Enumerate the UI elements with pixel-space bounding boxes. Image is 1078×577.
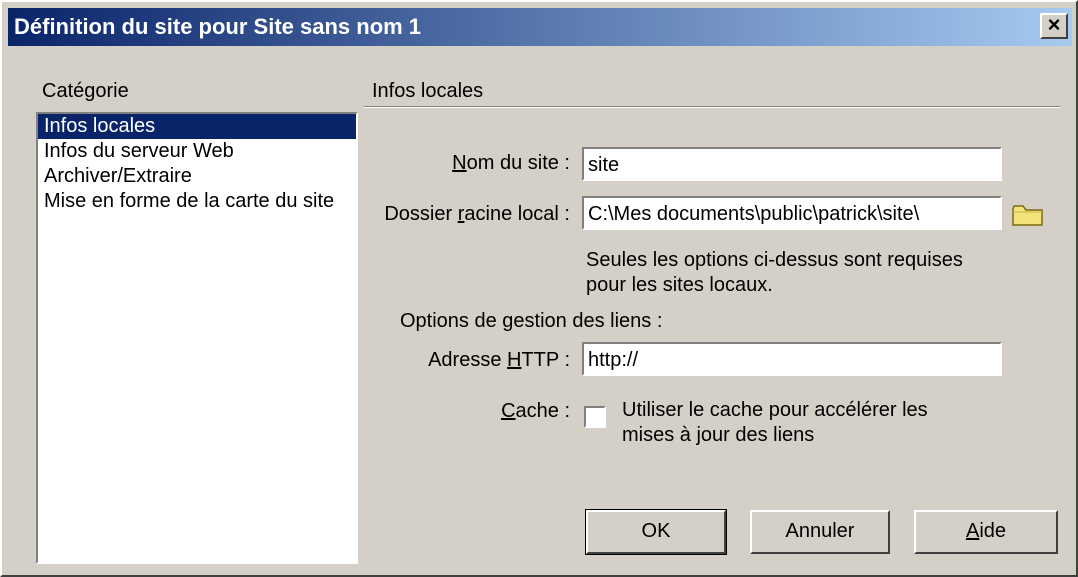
note-line-2: pour les sites locaux. xyxy=(586,274,773,296)
folder-icon[interactable] xyxy=(1012,204,1044,226)
category-item-serveur-web[interactable]: Infos du serveur Web xyxy=(38,139,356,164)
help-button[interactable]: Aide xyxy=(914,510,1058,554)
category-item-carte-du-site[interactable]: Mise en forme de la carte du site xyxy=(38,189,356,214)
required-options-note: Seules les options ci-dessus sont requis… xyxy=(586,248,1006,298)
section-divider xyxy=(364,106,1060,108)
note-line-1: Seules les options ci-dessus sont requis… xyxy=(586,249,963,271)
category-item-infos-locales[interactable]: Infos locales xyxy=(38,114,356,139)
cache-label: Cache : xyxy=(501,400,570,422)
cache-option-text[interactable]: Utiliser le cache pour accélérer les mis… xyxy=(622,398,982,448)
section-title: Infos locales xyxy=(372,80,484,102)
cache-text-line-2: mises à jour des liens xyxy=(622,424,815,446)
cache-text-line-1: Utiliser le cache pour accélérer les xyxy=(622,399,928,421)
http-address-label: Adresse HTTP : xyxy=(428,349,570,371)
ok-button[interactable]: OK xyxy=(585,509,727,555)
link-management-label: Options de gestion des liens : xyxy=(400,310,663,332)
cache-checkbox[interactable] xyxy=(584,406,606,428)
category-list[interactable]: Infos locales Infos du serveur Web Archi… xyxy=(36,112,358,564)
title-bar[interactable]: Définition du site pour Site sans nom 1 … xyxy=(8,8,1072,46)
site-name-label: Nom du site : xyxy=(452,152,570,174)
cancel-button[interactable]: Annuler xyxy=(750,510,890,554)
window-title: Définition du site pour Site sans nom 1 xyxy=(14,14,422,39)
root-folder-label: Dossier racine local : xyxy=(384,203,570,225)
close-button[interactable]: × xyxy=(1040,13,1068,39)
category-label: Catégorie xyxy=(42,80,129,102)
category-item-archiver-extraire[interactable]: Archiver/Extraire xyxy=(38,164,356,189)
root-folder-input[interactable]: C:\Mes documents\public\patrick\site\ xyxy=(582,196,1002,230)
http-address-input[interactable]: http:// xyxy=(582,342,1002,376)
site-name-input[interactable]: site xyxy=(582,147,1002,181)
site-definition-dialog: Définition du site pour Site sans nom 1 … xyxy=(0,0,1078,577)
